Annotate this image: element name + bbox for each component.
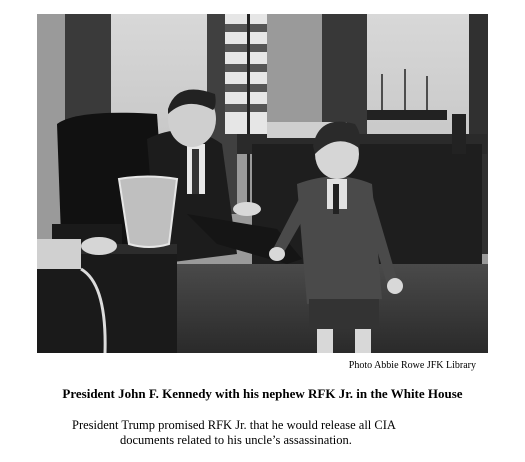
body-line-1: President Trump promised RFK Jr. that he…	[72, 418, 396, 432]
body-line-2: documents related to his uncle’s assassi…	[120, 433, 352, 447]
photo-illustration	[37, 14, 488, 353]
photo-credit: Photo Abbie Rowe JFK Library	[348, 360, 476, 371]
body-paragraph: President Trump promised RFK Jr. that he…	[72, 418, 452, 448]
photo-caption: President John F. Kennedy with his nephe…	[62, 386, 463, 401]
historic-photo	[37, 14, 488, 353]
